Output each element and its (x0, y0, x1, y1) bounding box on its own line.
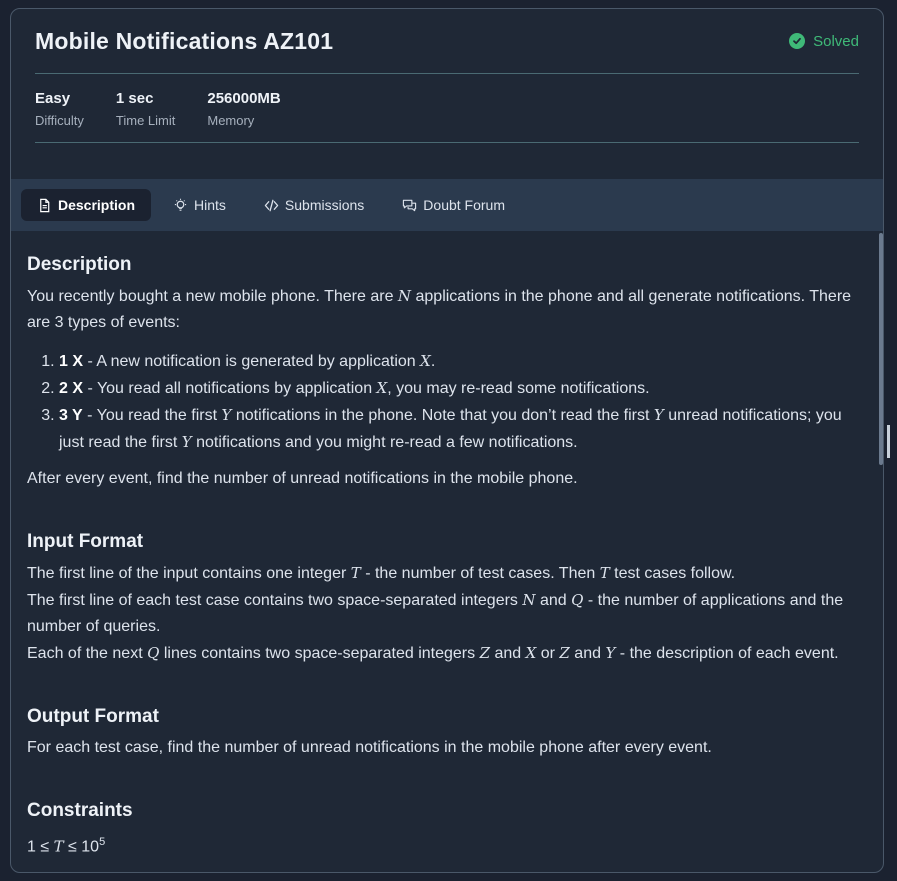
intro-text: You recently bought a new mobile phone. … (27, 288, 398, 305)
math-var: Y (605, 644, 616, 662)
math-var: Q (147, 644, 160, 662)
output-text: For each test case, find the number of u… (27, 739, 712, 756)
input-text: The first line of each test case contain… (27, 592, 523, 609)
code-icon (264, 199, 279, 211)
document-icon (40, 198, 50, 212)
tab-doubt-forum[interactable]: Doubt Forum (386, 189, 521, 221)
output-format-section: Output Format For each test case, find t… (27, 667, 855, 761)
tab-submissions[interactable]: Submissions (248, 189, 380, 221)
constraints-heading: Constraints (27, 800, 133, 821)
memory-label: Memory (207, 113, 255, 128)
event-text: . (430, 353, 436, 370)
math-var: N (522, 591, 536, 609)
input-text: or (536, 645, 560, 662)
difficulty-value: Easy (35, 90, 71, 107)
check-circle-icon (789, 33, 806, 49)
input-text: - the number of test cases. Then (360, 565, 600, 582)
math-var: T (599, 564, 610, 582)
math-var: Q (571, 591, 584, 609)
memory-value: 256000MB (207, 90, 281, 107)
scrollbar-thumb[interactable] (879, 233, 883, 465)
meta-time-limit: 1 sec Time Limit (116, 90, 175, 128)
event-text: notifications in the phone. Note that yo… (231, 407, 654, 424)
event-code: 3 Y (59, 407, 83, 424)
events-list: 1 X - A new notification is generated by… (27, 348, 855, 456)
tab-doubt-forum-label: Doubt Forum (423, 197, 505, 213)
resize-handle[interactable] (887, 425, 895, 457)
title-row: Mobile Notifications AZ101 Solved (35, 9, 859, 74)
tab-description-label: Description (58, 197, 136, 213)
problem-title: Mobile Notifications AZ101 (35, 27, 334, 54)
math-var: X (420, 352, 431, 370)
math-var: Y (181, 433, 192, 451)
list-item: 3 Y - You read the first Y notifications… (59, 402, 855, 456)
input-text: and (490, 645, 526, 662)
input-text: and (535, 592, 572, 609)
input-text: Each of the next (27, 645, 148, 662)
description-heading: Description (27, 254, 132, 275)
input-text: - the description of each event. (615, 645, 839, 662)
input-line-3: Each of the next Q lines contains two sp… (27, 640, 855, 667)
math-var: Y (221, 406, 232, 424)
tab-hints[interactable]: Hints (157, 189, 242, 221)
constraints-section: Constraints 1 ≤ T ≤ 105 (27, 761, 855, 860)
tab-description[interactable]: Description (21, 189, 152, 221)
difficulty-label: Difficulty (35, 113, 84, 128)
math-var: Z (479, 644, 491, 662)
description-section: Description You recently bought a new mo… (27, 231, 855, 492)
meta-row: Easy Difficulty 1 sec Time Limit 256000M… (35, 74, 859, 143)
input-text: test cases follow. (609, 565, 736, 582)
event-text: - You read all notifications by applicat… (83, 380, 377, 397)
event-text: , you may re-read some notifications. (387, 380, 650, 397)
meta-memory: 256000MB Memory (207, 90, 280, 128)
math-var: Y (653, 406, 664, 424)
math-var: N (397, 287, 412, 305)
input-format-section: Input Format The first line of the input… (27, 492, 855, 667)
constraint-1: 1 ≤ T ≤ 105 (27, 829, 855, 860)
event-text: - A new notification is generated by app… (83, 353, 421, 370)
solved-badge: Solved (789, 33, 859, 50)
constraint-exponent: 5 (99, 836, 106, 848)
input-text: The first line of the input contains one… (27, 565, 351, 582)
solved-label: Solved (813, 32, 859, 50)
problem-panel: Mobile Notifications AZ101 Solved Easy D… (10, 8, 884, 873)
math-var: T (350, 564, 361, 582)
event-code: 1 X (59, 353, 84, 370)
tab-hints-label: Hints (194, 197, 226, 213)
input-text: and (569, 645, 606, 662)
math-var: X (376, 379, 388, 397)
input-line-2: The first line of each test case contain… (27, 587, 855, 640)
math-var: Z (559, 644, 570, 662)
output-format-heading: Output Format (27, 706, 159, 727)
description-content: Description You recently bought a new mo… (11, 231, 883, 872)
math-var: X (525, 644, 537, 662)
input-line-1: The first line of the input contains one… (27, 560, 855, 587)
math-var: T (53, 837, 64, 856)
list-item: 1 X - A new notification is generated by… (59, 348, 855, 375)
input-text: lines contains two space-separated integ… (159, 645, 480, 662)
constraint-text: 1 ≤ (27, 838, 54, 856)
description-outro: After every event, find the number of un… (27, 470, 578, 487)
event-text: notifications and you might re-read a fe… (191, 434, 578, 451)
list-item: 2 X - You read all notifications by appl… (59, 375, 855, 402)
lightbulb-icon (174, 198, 187, 211)
event-text: - You read the first (82, 407, 222, 424)
chat-icon (403, 199, 417, 211)
tab-submissions-label: Submissions (284, 197, 365, 213)
problem-header: Mobile Notifications AZ101 Solved Easy D… (11, 9, 883, 143)
time-limit-label: Time Limit (115, 113, 176, 128)
constraint-text: ≤ 10 (63, 838, 100, 856)
time-limit-value: 1 sec (115, 90, 154, 107)
tab-bar: Description Hints Submissions Doubt Foru… (11, 179, 883, 231)
event-code: 2 X (59, 380, 84, 397)
description-intro: You recently bought a new mobile phone. … (27, 283, 855, 336)
input-format-heading: Input Format (27, 531, 144, 552)
meta-difficulty: Easy Difficulty (35, 90, 84, 128)
